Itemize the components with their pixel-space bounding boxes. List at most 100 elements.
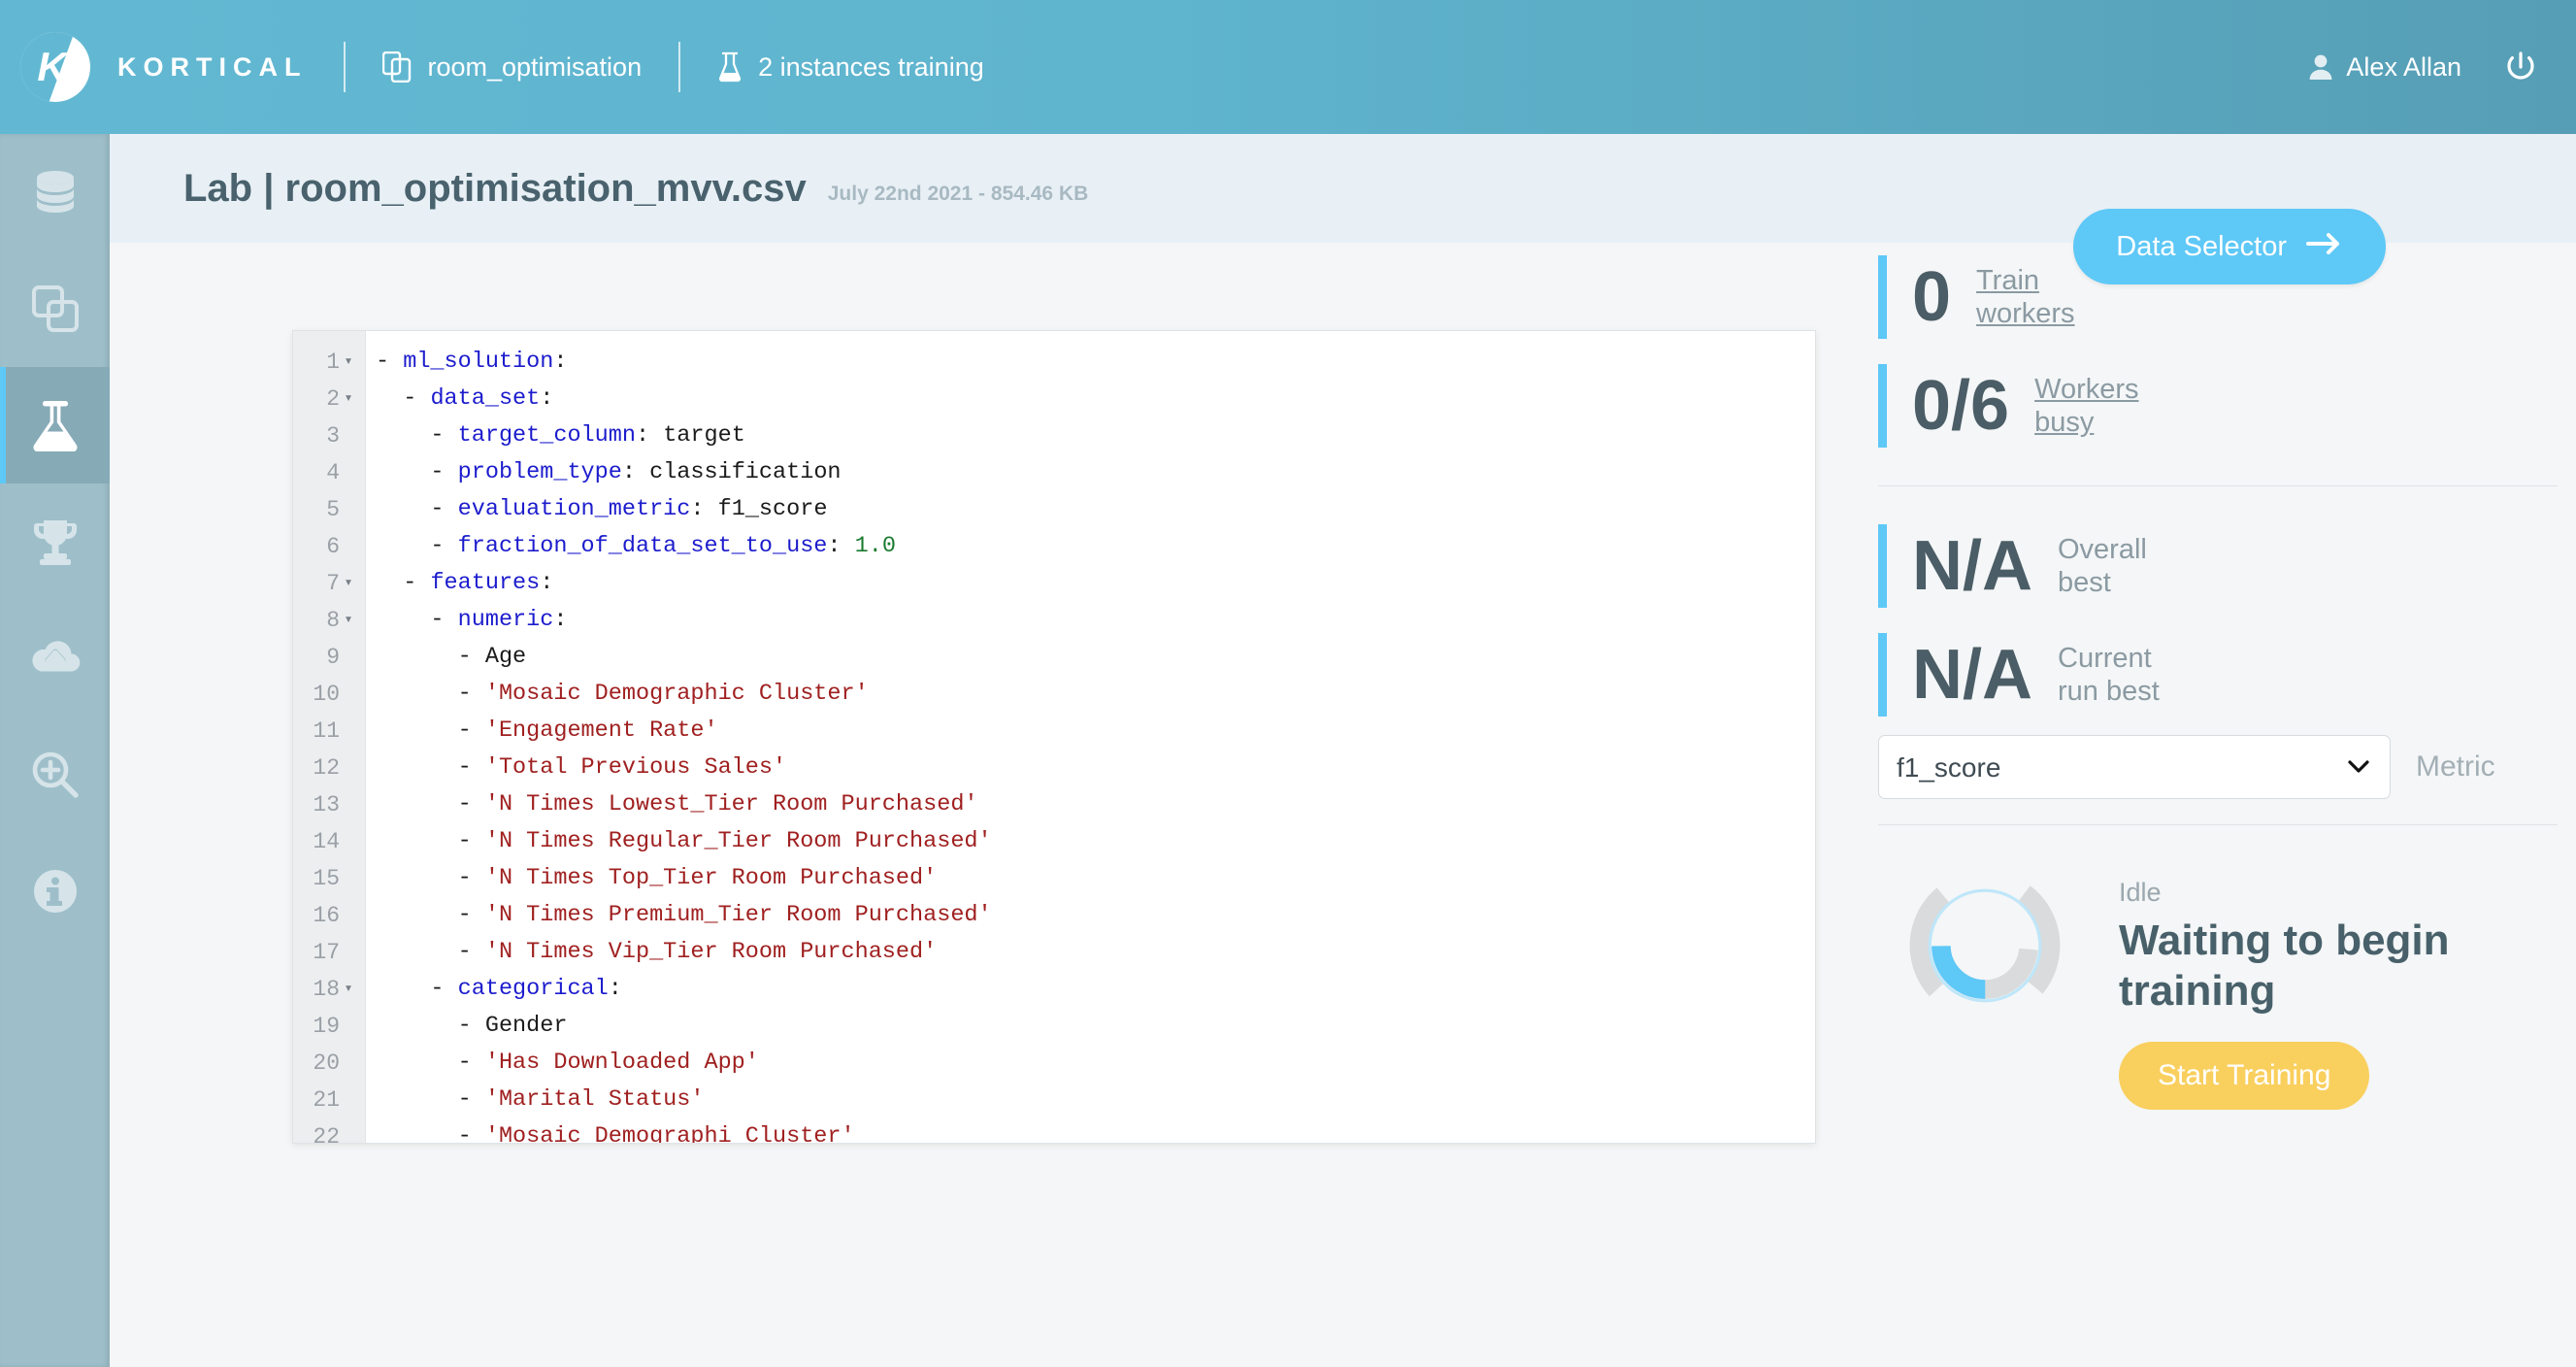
stat-label[interactable]: Trainworkers <box>1976 264 2075 330</box>
stat-label-line: run best <box>2058 675 2160 708</box>
code-token-num: 1.0 <box>855 533 896 559</box>
code-token-key: numeric <box>458 607 554 633</box>
page-title-file: room_optimisation_mvv.csv <box>285 167 807 210</box>
code-token-str: 'N Times Regular_Tier Room Purchased' <box>485 828 992 854</box>
code-token-pun: : <box>540 570 553 596</box>
metric-select[interactable]: f1_scoreaccuracyprecisionrecallroc_auc <box>1878 735 2391 799</box>
code-token-pun: - <box>458 828 485 854</box>
code-token-pun: - <box>430 533 457 559</box>
code-token-str: 'N Times Vip_Tier Room Purchased' <box>485 939 937 965</box>
code-token-pun: - <box>430 607 457 633</box>
fold-toggle-icon[interactable]: ▾ <box>340 381 357 417</box>
sidebar-item-explore[interactable] <box>0 717 110 833</box>
code-token-pun: : <box>690 496 717 522</box>
editor-line-number: 21▾ <box>293 1082 365 1118</box>
stat-label-line: best <box>2058 566 2147 599</box>
code-token-str: 'Mosaic Demographic Cluster' <box>485 681 869 707</box>
data-selector-button[interactable]: Data Selector <box>2073 209 2386 284</box>
top-navigation-bar: K KORTICAL room_optimisation 2 inst <box>0 0 2576 134</box>
fold-toggle-icon[interactable]: ▾ <box>340 344 357 381</box>
code-token-pun: - <box>458 644 485 670</box>
training-headline: Waiting to begin training <box>2119 916 2526 1017</box>
yaml-code-editor[interactable]: 1▾2▾3▾4▾5▾6▾7▾8▾9▾10▾11▾12▾13▾14▾15▾16▾1… <box>292 330 1816 1144</box>
stat-item: 0/6Workersbusy <box>1878 351 2558 460</box>
training-info: Idle Waiting to begin training Start Tra… <box>2119 850 2526 1110</box>
power-icon <box>2504 50 2537 83</box>
editor-line-number: 14▾ <box>293 823 365 860</box>
code-token-val: classification <box>649 459 841 485</box>
editor-line-number: 13▾ <box>293 786 365 823</box>
code-token-pun: - <box>430 976 457 1002</box>
code-token-pun: - <box>458 791 485 817</box>
header-divider-1 <box>344 42 346 92</box>
flask-icon <box>717 51 743 83</box>
editor-code-line: - 'Total Previous Sales' <box>376 750 1815 786</box>
code-token-key: data_set <box>430 385 540 412</box>
code-token-pun: - <box>458 681 485 707</box>
page-title-prefix: Lab | <box>183 167 285 210</box>
stat-label-line: Current <box>2058 642 2160 675</box>
stat-label-line: Train <box>1976 264 2075 297</box>
app-root: K KORTICAL room_optimisation 2 inst <box>0 0 2576 1367</box>
data-selector-label: Data Selector <box>2116 231 2287 263</box>
editor-line-number: 16▾ <box>293 897 365 934</box>
code-token-str: 'Engagement Rate' <box>485 717 718 744</box>
sidebar-item-data[interactable] <box>0 134 110 250</box>
code-token-pun: : <box>540 385 553 412</box>
project-selector[interactable]: room_optimisation <box>382 51 642 83</box>
sidebar-item-deploy[interactable] <box>0 600 110 717</box>
start-training-button[interactable]: Start Training <box>2119 1042 2369 1110</box>
editor-code-line: - 'N Times Regular_Tier Room Purchased' <box>376 823 1815 860</box>
editor-line-number: 6▾ <box>293 528 365 565</box>
logout-button[interactable] <box>2504 50 2537 83</box>
arrow-right-icon <box>2306 231 2343 263</box>
right-status-panel: 0Trainworkers0/6Workersbusy N/AOverallbe… <box>1878 243 2558 1367</box>
editor-line-number: 1▾ <box>293 344 365 381</box>
copy-icon <box>382 51 412 83</box>
instances-training-indicator[interactable]: 2 instances training <box>717 51 984 83</box>
sidebar-item-leaderboard[interactable] <box>0 483 110 600</box>
code-token-pun: : <box>553 349 567 375</box>
code-token-val: target <box>663 422 745 449</box>
editor-line-number: 10▾ <box>293 676 365 713</box>
kortical-logo[interactable]: K <box>0 32 110 102</box>
fold-toggle-icon[interactable]: ▾ <box>340 971 357 1008</box>
copy-icon <box>30 283 81 334</box>
flask-icon <box>32 399 79 451</box>
code-token-val: Age <box>485 644 526 670</box>
editor-line-number: 8▾ <box>293 602 365 639</box>
code-token-pun: : <box>553 607 567 633</box>
fold-toggle-icon[interactable]: ▾ <box>340 602 357 639</box>
trophy-icon <box>30 517 81 567</box>
project-name: room_optimisation <box>427 52 642 83</box>
editor-code-area[interactable]: - ml_solution: - data_set: - target_colu… <box>366 331 1815 1143</box>
editor-line-numbers: 1▾2▾3▾4▾5▾6▾7▾8▾9▾10▾11▾12▾13▾14▾15▾16▾1… <box>293 331 366 1143</box>
code-token-pun: : <box>622 459 649 485</box>
stat-label: Currentrun best <box>2058 642 2160 708</box>
stat-accent-bar <box>1878 255 1887 339</box>
code-token-pun: - <box>376 349 403 375</box>
training-progress-donut <box>1890 850 2080 1041</box>
fold-toggle-icon[interactable]: ▾ <box>340 565 357 602</box>
user-menu[interactable]: Alex Allan <box>2308 52 2461 83</box>
stat-accent-bar <box>1878 524 1887 608</box>
main-content: Data Selector 1▾2▾3▾4▾5▾6▾7▾8▾9▾10▾11▾12… <box>110 243 2576 1367</box>
training-status-box: Idle Waiting to begin training Start Tra… <box>1878 850 2558 1110</box>
stat-label[interactable]: Workersbusy <box>2034 373 2138 439</box>
code-token-str: 'N Times Lowest_Tier Room Purchased' <box>485 791 978 817</box>
sidebar-item-info[interactable] <box>0 833 110 950</box>
code-token-val: f1_score <box>718 496 828 522</box>
code-token-pun: - <box>430 422 457 449</box>
editor-code-line: - 'N Times Top_Tier Room Purchased' <box>376 860 1815 897</box>
editor-line-number: 4▾ <box>293 454 365 491</box>
code-token-pun: - <box>458 717 485 744</box>
editor-code-line: - Age <box>376 639 1815 676</box>
editor-code-line: - problem_type: classification <box>376 454 1815 491</box>
stat-label-line: busy <box>2034 406 2138 439</box>
editor-code-line: - data_set: <box>376 381 1815 417</box>
editor-code-line: - 'N Times Vip_Tier Room Purchased' <box>376 934 1815 971</box>
sidebar-item-models[interactable] <box>0 250 110 367</box>
sidebar-item-lab[interactable] <box>0 367 110 483</box>
page-meta: July 22nd 2021 - 854.46 KB <box>828 183 1088 206</box>
stat-value: 0 <box>1912 262 1951 332</box>
